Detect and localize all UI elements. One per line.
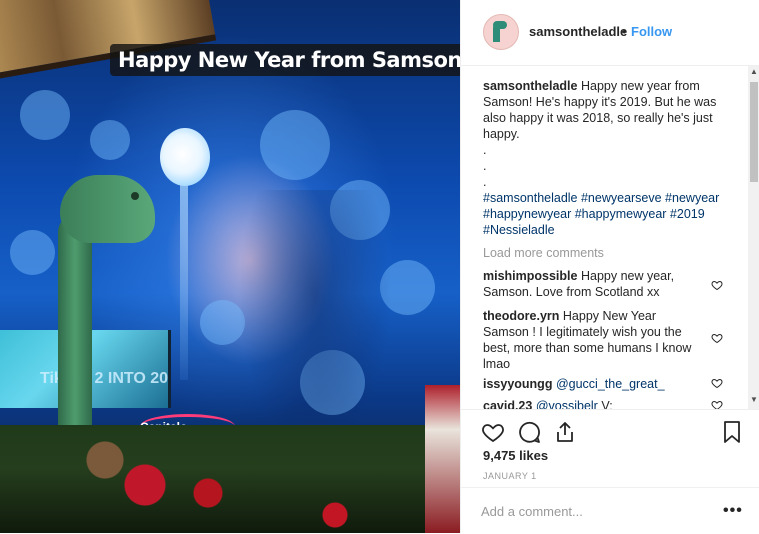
add-comment-input[interactable] bbox=[481, 501, 701, 521]
post-actions-bar bbox=[461, 409, 759, 450]
scroll-down-arrow-icon[interactable]: ▼ bbox=[750, 396, 758, 404]
comment-username[interactable]: cavid.23 bbox=[483, 399, 532, 409]
comment-mention[interactable]: @gucci_the_great_ bbox=[556, 377, 665, 391]
comment-icon[interactable] bbox=[517, 420, 541, 444]
comment-mention[interactable]: @vossibelr bbox=[536, 399, 598, 409]
bokeh-light bbox=[260, 110, 330, 180]
caption-dot: . bbox=[483, 175, 487, 189]
header-separator: • bbox=[622, 24, 627, 39]
comment-item: mishimpossible Happy new year, Samson. L… bbox=[483, 268, 701, 300]
small-heart-icon[interactable] bbox=[711, 377, 723, 389]
nessie-ladle-eye bbox=[131, 192, 139, 200]
caption-username[interactable]: samsontheladle bbox=[483, 79, 577, 93]
comment-username[interactable]: issyyoungg bbox=[483, 377, 552, 391]
add-comment-bar: ••• bbox=[461, 487, 759, 534]
caption-dot: . bbox=[483, 143, 487, 157]
comment-item: cavid.23 @vossibelr V: bbox=[483, 398, 701, 409]
post-caption: samsontheladle Happy new year from Samso… bbox=[483, 78, 733, 238]
bokeh-light bbox=[20, 90, 70, 140]
photo-overlay-caption: Happy New Year from Samson! bbox=[110, 44, 460, 76]
comments-section[interactable]: samsontheladle Happy new year from Samso… bbox=[461, 66, 759, 409]
bokeh-light bbox=[10, 230, 55, 275]
comments-scrollbar[interactable]: ▲ ▼ bbox=[748, 66, 759, 409]
caption-dot: . bbox=[483, 159, 487, 173]
light-pole bbox=[180, 180, 188, 380]
header-username[interactable]: samsontheladle bbox=[529, 24, 627, 39]
follow-button[interactable]: Follow bbox=[631, 24, 672, 39]
post-photo[interactable]: TikTok 2 INTO 20 Capitalo Happy New Year… bbox=[0, 0, 460, 533]
bokeh-light bbox=[90, 120, 130, 160]
comment-text: V: bbox=[601, 399, 613, 409]
more-options-icon[interactable]: ••• bbox=[723, 502, 743, 520]
scroll-up-arrow-icon[interactable]: ▲ bbox=[750, 68, 758, 76]
heart-icon[interactable] bbox=[481, 420, 505, 444]
holiday-card bbox=[425, 385, 460, 533]
likes-count[interactable]: 9,475 likes bbox=[483, 448, 548, 463]
load-more-comments-button[interactable]: Load more comments bbox=[483, 246, 604, 260]
nessie-ladle-head bbox=[60, 175, 155, 243]
bookmark-icon[interactable] bbox=[720, 420, 744, 444]
avatar-nessie-head bbox=[493, 21, 507, 29]
comment-item: theodore.yrn Happy New Year Samson ! I l… bbox=[483, 308, 701, 372]
comment-username[interactable]: mishimpossible bbox=[483, 269, 577, 283]
caption-hashtags[interactable]: #samsontheladle #newyearseve #newyear #h… bbox=[483, 190, 733, 238]
post-date: JANUARY 1 bbox=[483, 471, 537, 481]
small-heart-icon[interactable] bbox=[711, 399, 723, 409]
small-heart-icon[interactable] bbox=[711, 279, 723, 291]
small-heart-icon[interactable] bbox=[711, 332, 723, 344]
share-icon[interactable] bbox=[553, 420, 577, 444]
shadow-figure bbox=[230, 190, 400, 450]
christmas-garland bbox=[0, 425, 460, 533]
scrollbar-thumb[interactable] bbox=[750, 82, 758, 182]
post-header: samsontheladle • Follow bbox=[461, 0, 759, 66]
glowing-light bbox=[160, 128, 210, 186]
post-sidebar: samsontheladle • Follow samsontheladle H… bbox=[460, 0, 759, 533]
comment-item: issyyoungg @gucci_the_great_ bbox=[483, 376, 701, 392]
comment-username[interactable]: theodore.yrn bbox=[483, 309, 559, 323]
avatar[interactable] bbox=[483, 14, 519, 50]
